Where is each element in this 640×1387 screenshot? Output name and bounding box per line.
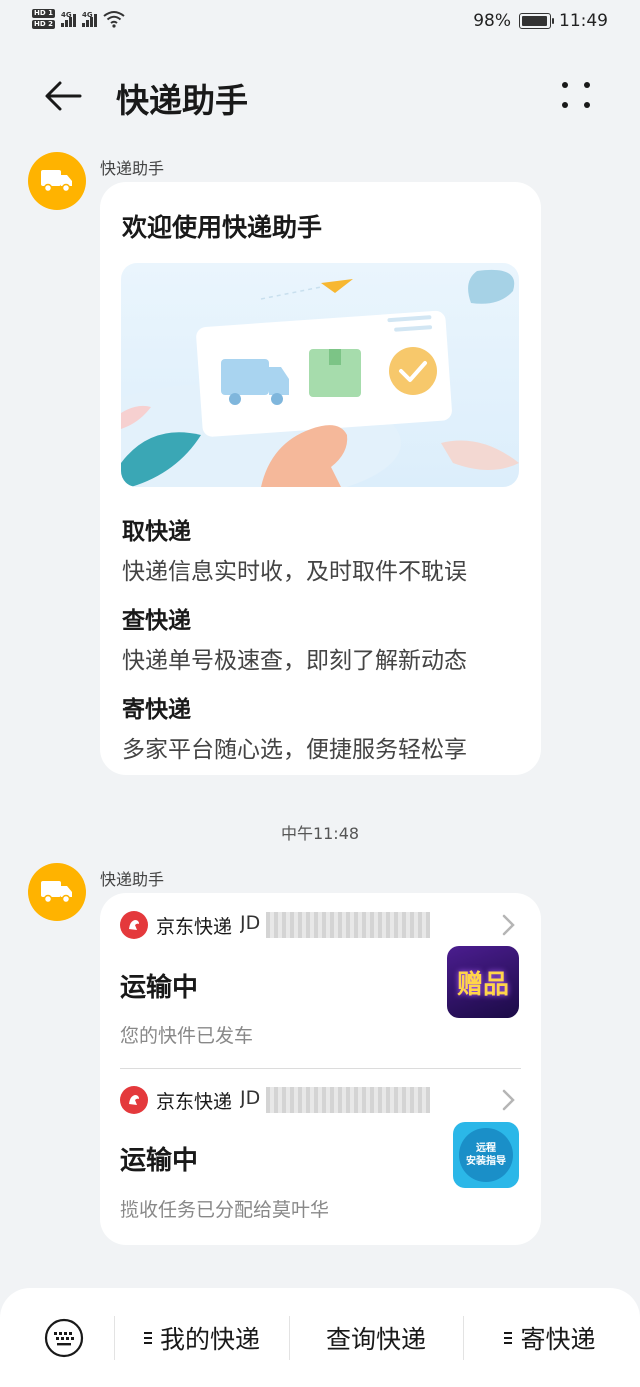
sender-name: 快递助手 [100, 159, 165, 178]
menu-dot [584, 102, 590, 108]
hd2-badge: HD 2 [32, 20, 55, 29]
signal-2-icon: 4G [81, 11, 97, 27]
menu-dot [584, 82, 590, 88]
jd-logo-icon [120, 1086, 148, 1114]
product-thumbnail: 远程 安装指导 [453, 1122, 519, 1188]
page-title: 快递助手 [116, 81, 248, 120]
assistant-avatar[interactable] [28, 863, 86, 921]
thumb-text-line1: 远程 [476, 1143, 496, 1154]
delivery-truck-icon [41, 170, 72, 193]
menu-dot [562, 102, 568, 108]
back-button[interactable] [40, 76, 86, 116]
clock: 11:49 [559, 11, 608, 31]
menu-label: 我的快递 [159, 1325, 260, 1354]
package-item[interactable]: 京东快递 JD 运输中 您的快件已发车 赠品 [100, 893, 541, 1067]
wifi-icon [103, 11, 125, 28]
feature-heading: 寄快递 [122, 697, 191, 723]
tracking-number: JD [240, 912, 431, 938]
tracking-redacted [266, 912, 431, 938]
courier-row: 京东快递 JD [120, 1086, 431, 1114]
signal-1-icon: 4G [60, 11, 76, 27]
package-item[interactable]: 京东快递 JD 运输中 揽收任务已分配给莫叶华 远程 安装指导 [100, 1068, 541, 1245]
feature-send: 寄快递 多家平台随心选，便捷服务轻松享 [122, 690, 467, 764]
more-menu-button[interactable] [552, 78, 600, 114]
submenu-icon [143, 1332, 152, 1344]
delivery-truck-icon [41, 881, 72, 904]
hd1-badge: HD 1 [32, 9, 55, 18]
product-thumbnail: 赠品 [447, 946, 519, 1018]
title-bar: 快递助手 [0, 64, 640, 128]
menu-label: 查询快递 [325, 1325, 426, 1354]
courier-name: 京东快递 [156, 1090, 233, 1113]
assistant-avatar[interactable] [28, 152, 86, 210]
keyboard-icon [44, 1318, 84, 1358]
network-2-label: 4G [81, 11, 93, 19]
feature-query: 查快递 快递单号极速查，即刻了解新动态 [122, 601, 467, 675]
status-bar: HD 1 HD 2 4G 4G 98% 11:49 [0, 0, 640, 44]
chevron-right-icon [502, 914, 515, 936]
divider [289, 1316, 290, 1360]
courier-row: 京东快递 JD [120, 911, 431, 939]
feature-description: 快递单号极速查，即刻了解新动态 [122, 648, 467, 674]
thumb-text-line2: 安装指导 [466, 1156, 506, 1167]
feature-heading: 取快递 [122, 519, 191, 545]
divider [114, 1316, 115, 1360]
feature-heading: 查快递 [122, 608, 191, 634]
feature-description: 多家平台随心选，便捷服务轻松享 [122, 737, 467, 763]
bottom-menu-bar: 我的快递 查询快递 寄快递 [0, 1288, 640, 1387]
four-dot-menu-icon [562, 82, 568, 88]
jd-logo-icon [120, 911, 148, 939]
tracking-prefix: JD [240, 912, 261, 934]
package-status: 运输中 [120, 1146, 199, 1176]
status-left: HD 1 HD 2 4G 4G [32, 9, 125, 29]
tracking-prefix: JD [240, 1087, 261, 1109]
divider [463, 1316, 464, 1360]
message-timestamp: 中午11:48 [280, 824, 360, 843]
network-1-label: 4G [60, 11, 72, 19]
tracking-redacted [266, 1087, 431, 1113]
arrow-left-icon [45, 81, 82, 111]
submenu-icon [504, 1332, 513, 1344]
package-description: 揽收任务已分配给莫叶华 [120, 1199, 330, 1221]
query-package-button[interactable]: 查询快递 [294, 1318, 458, 1358]
delivery-illustration [121, 269, 519, 487]
status-right: 98% 11:49 [473, 11, 608, 31]
welcome-card: 欢迎使用快递助手 取快递 快递信息实时收，及时取件不耽误 查快递 快递单号极速查… [100, 182, 541, 775]
sender-name: 快递助手 [100, 870, 165, 889]
package-status: 运输中 [120, 973, 199, 1003]
feature-description: 快递信息实时收，及时取件不耽误 [122, 559, 467, 585]
menu-label: 寄快递 [520, 1325, 596, 1354]
welcome-title: 欢迎使用快递助手 [122, 213, 323, 242]
feature-pickup: 取快递 快递信息实时收，及时取件不耽误 [122, 512, 467, 586]
tracking-number: JD [240, 1087, 431, 1113]
hd-indicators: HD 1 HD 2 [32, 9, 55, 29]
package-description: 您的快件已发车 [120, 1025, 254, 1047]
battery-icon [519, 13, 554, 29]
courier-name: 京东快递 [156, 915, 233, 938]
send-package-button[interactable]: 寄快递 [470, 1318, 630, 1358]
package-card: 京东快递 JD 运输中 您的快件已发车 赠品 京东快递 JD 运输中 揽收任务已… [100, 893, 541, 1245]
battery-percent: 98% [473, 11, 511, 31]
gift-text: 赠品 [456, 969, 509, 1000]
chevron-right-icon [502, 1089, 515, 1111]
install-guide-badge: 远程 安装指导 [459, 1128, 513, 1182]
my-packages-button[interactable]: 我的快递 [120, 1318, 284, 1358]
keyboard-toggle-button[interactable] [44, 1318, 84, 1358]
welcome-illustration [121, 263, 519, 487]
